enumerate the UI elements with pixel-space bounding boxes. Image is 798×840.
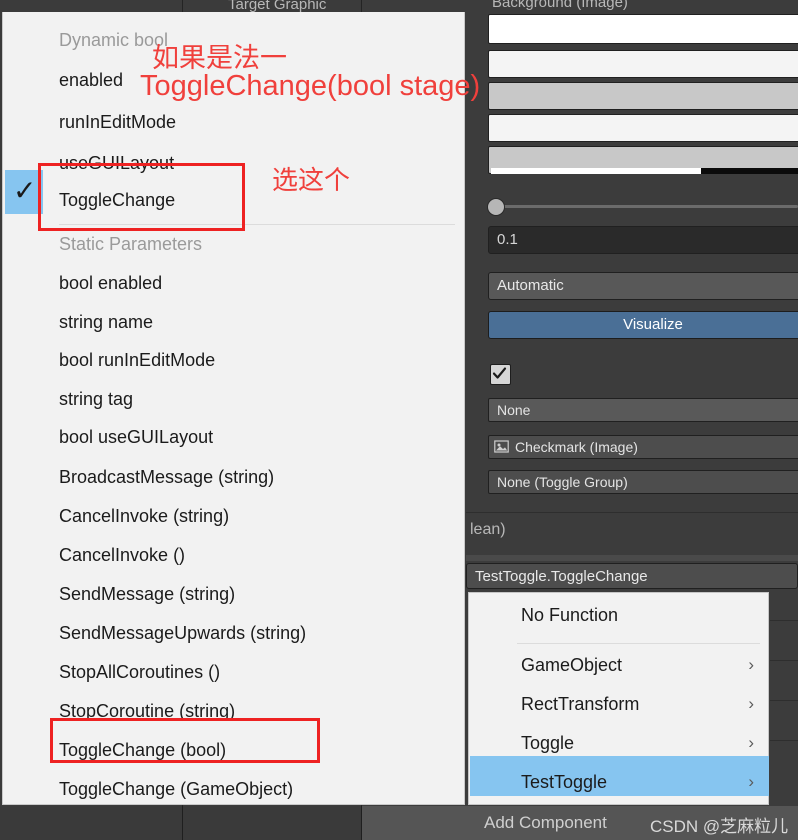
navigation-dropdown[interactable]: Automatic <box>488 272 798 300</box>
boolean-event-partial-label: lean) <box>470 521 506 538</box>
color-multiplier-slider-track[interactable] <box>496 205 798 208</box>
watermark-text: CSDN @芝麻粒儿 <box>650 817 789 836</box>
dynamic-section-label: Dynamic bool <box>59 30 169 50</box>
chevron-right-icon-gameobject: › <box>748 655 754 674</box>
bottom-cell-mid <box>183 806 362 840</box>
selected-check-icon: ✓ <box>13 175 37 206</box>
checkmark-icon <box>492 367 507 379</box>
checkmark-object-field[interactable]: Checkmark (Image) <box>488 435 798 459</box>
menu-item-cancelinvoke[interactable]: CancelInvoke () <box>59 545 185 566</box>
color-multiplier-slider-knob[interactable] <box>487 198 505 216</box>
menu-item-usegulayout[interactable]: useGUILayout <box>59 153 174 174</box>
menu-item-gameobject[interactable]: GameObject <box>521 655 622 676</box>
color-field-highlighted[interactable] <box>488 50 798 78</box>
menu-item-stopcoroutine[interactable]: StopCoroutine (string) <box>59 701 235 722</box>
bottom-cell-left <box>0 806 183 840</box>
fade-duration-field[interactable]: 0.1 <box>488 226 798 254</box>
menu-item-sendmessage[interactable]: SendMessage (string) <box>59 584 235 605</box>
color-field-pressed[interactable] <box>488 82 798 110</box>
menu-item-togglechange-dynamic[interactable]: ToggleChange <box>59 190 175 211</box>
background-image-header: Background (Image) <box>492 0 628 11</box>
static-section-label: Static Parameters <box>59 234 203 254</box>
is-on-checkbox[interactable] <box>490 364 511 385</box>
menu-item-bool-enabled[interactable]: bool enabled <box>59 273 162 294</box>
chevron-right-icon-recttransform: › <box>748 694 754 713</box>
menu-item-string-tag[interactable]: string tag <box>59 389 133 410</box>
chevron-right-icon-testtoggle: › <box>748 772 754 791</box>
menu-item-string-name[interactable]: string name <box>59 312 153 333</box>
inspector-row-line-1 <box>770 620 798 621</box>
chevron-right-icon-toggle: › <box>748 733 754 752</box>
menu-item-sendmessageupwards[interactable]: SendMessageUpwards (string) <box>59 623 306 644</box>
inspector-row-line-3 <box>770 700 798 701</box>
component-function-menu: No Function GameObject › RectTransform ›… <box>468 592 769 805</box>
component-menu-separator <box>517 643 760 644</box>
menu-item-testtoggle[interactable]: TestToggle <box>521 772 607 793</box>
screenshot-root: Target Graphic Background (Image) 0.1 Au… <box>0 0 798 840</box>
inspector-row-line-2 <box>770 660 798 661</box>
selected-function-dropdown[interactable]: TestToggle.ToggleChange <box>466 563 798 589</box>
color-field-selected[interactable] <box>488 114 798 142</box>
visualize-button[interactable]: Visualize <box>488 311 798 339</box>
menu-item-enabled[interactable]: enabled <box>59 70 123 91</box>
add-component-button[interactable]: Add Component <box>484 813 607 833</box>
menu-item-togglechange-bool[interactable]: ToggleChange (bool) <box>59 740 226 761</box>
menu-item-broadcastmessage[interactable]: BroadcastMessage (string) <box>59 467 274 488</box>
menu-item-recttransform[interactable]: RectTransform <box>521 694 639 715</box>
menu-item-stopallcoroutines[interactable]: StopAllCoroutines () <box>59 662 220 683</box>
toggle-group-object-field[interactable]: None (Toggle Group) <box>488 470 798 494</box>
menu-separator <box>59 224 455 225</box>
image-asset-icon <box>494 440 509 453</box>
event-list-separator <box>466 555 798 561</box>
color-alpha-bar-fill <box>491 168 701 174</box>
inspector-row-line-4 <box>770 740 798 741</box>
highlighted-menu-row[interactable] <box>470 756 769 796</box>
color-alpha-bar-empty <box>701 168 798 174</box>
menu-item-cancelinvoke-string[interactable]: CancelInvoke (string) <box>59 506 229 527</box>
menu-item-no-function[interactable]: No Function <box>521 605 618 626</box>
menu-item-toggle[interactable]: Toggle <box>521 733 574 754</box>
menu-item-bool-runineditmode[interactable]: bool runInEditMode <box>59 350 215 371</box>
menu-item-bool-usegulayout[interactable]: bool useGUILayout <box>59 427 213 448</box>
menu-item-togglechange-gameobject[interactable]: ToggleChange (GameObject) <box>59 779 293 800</box>
menu-item-runineditmode[interactable]: runInEditMode <box>59 112 176 133</box>
function-list-menu: ✓ Dynamic bool enabled runInEditMode use… <box>2 12 465 805</box>
color-field-normal[interactable] <box>488 14 798 44</box>
inspector-divider-1 <box>466 512 798 513</box>
graphic-object-field[interactable]: None <box>488 398 798 422</box>
